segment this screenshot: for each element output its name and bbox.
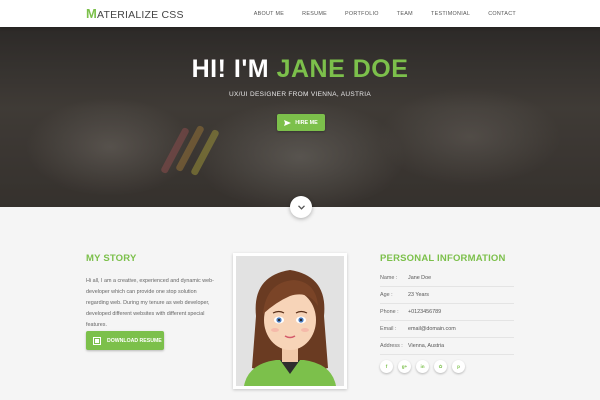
nav-item-testimonial[interactable]: TESTIMONIAL bbox=[431, 11, 470, 17]
profile-photo bbox=[236, 256, 344, 386]
info-row-age: Age : 23 Years bbox=[380, 287, 514, 304]
pinterest-icon[interactable]: p bbox=[452, 360, 465, 373]
info-row-phone: Phone : +0123456789 bbox=[380, 304, 514, 321]
info-value: 23 Years bbox=[408, 292, 429, 298]
send-icon bbox=[284, 119, 292, 126]
info-row-email: Email : email@domain.com bbox=[380, 321, 514, 338]
info-key: Phone : bbox=[380, 309, 399, 315]
brand-logo[interactable]: MATERIALIZE CSS bbox=[86, 6, 184, 21]
avatar-illustration bbox=[244, 270, 336, 386]
download-resume-button[interactable]: DOWNLOAD RESUME bbox=[86, 331, 164, 350]
info-key: Email : bbox=[380, 326, 397, 332]
info-row-address: Address : Vienna, Austria bbox=[380, 338, 514, 355]
hero-title: HI! I'M JANE DOE bbox=[191, 55, 409, 83]
info-key: Address : bbox=[380, 343, 403, 349]
social-links: f g+ in ✿ p bbox=[380, 360, 470, 373]
hire-me-label: HIRE ME bbox=[295, 119, 318, 126]
personal-info-title: PERSONAL INFORMATION bbox=[380, 253, 506, 264]
linkedin-icon[interactable]: in bbox=[416, 360, 429, 373]
download-resume-label: DOWNLOAD RESUME bbox=[107, 337, 162, 344]
info-value: email@domain.com bbox=[408, 326, 456, 332]
hero-bg-pencil bbox=[160, 126, 190, 175]
nav-item-portfolio[interactable]: PORTFOLIO bbox=[345, 11, 379, 17]
hire-me-button[interactable]: HIRE ME bbox=[277, 114, 325, 131]
chevron-down-icon bbox=[297, 204, 305, 210]
facebook-icon[interactable]: f bbox=[380, 360, 393, 373]
hero-name: JANE DOE bbox=[276, 55, 409, 83]
brand-name: ATERIALIZE CSS bbox=[97, 9, 184, 21]
hero-bg-pencil bbox=[175, 124, 205, 173]
info-value: Jane Doe bbox=[408, 275, 432, 281]
navbar: MATERIALIZE CSS ABOUT ME RESUME PORTFOLI… bbox=[0, 0, 600, 27]
nav-item-resume[interactable]: RESUME bbox=[302, 11, 327, 17]
info-key: Age : bbox=[380, 292, 393, 298]
hero-subtitle: UX/UI DESIGNER FROM VIENNA, AUSTRIA bbox=[229, 91, 371, 98]
google-plus-icon[interactable]: g+ bbox=[398, 360, 411, 373]
info-value: Vienna, Austria bbox=[408, 343, 445, 349]
nav-item-team[interactable]: TEAM bbox=[397, 11, 413, 17]
hero-banner: HI! I'M JANE DOE UX/UI DESIGNER FROM VIE… bbox=[0, 27, 600, 207]
info-row-name: Name : Jane Doe bbox=[380, 270, 514, 287]
flickr-icon[interactable]: ✿ bbox=[434, 360, 447, 373]
profile-photo-card bbox=[233, 253, 347, 389]
brand-initial: M bbox=[86, 6, 98, 21]
info-key: Name : bbox=[380, 275, 398, 281]
nav-item-about[interactable]: ABOUT ME bbox=[254, 11, 284, 17]
scroll-down-button[interactable] bbox=[290, 196, 312, 218]
personal-info-table: Name : Jane Doe Age : 23 Years Phone : +… bbox=[380, 270, 514, 355]
hero-bg-pencil bbox=[190, 128, 220, 177]
story-title: MY STORY bbox=[86, 253, 137, 264]
nav-menu: ABOUT ME RESUME PORTFOLIO TEAM TESTIMONI… bbox=[236, 0, 516, 27]
info-value: +0123456789 bbox=[408, 309, 442, 315]
nav-item-contact[interactable]: CONTACT bbox=[488, 11, 516, 17]
download-icon bbox=[93, 336, 101, 345]
story-text: Hi all, I am a creative, experienced and… bbox=[86, 278, 214, 328]
